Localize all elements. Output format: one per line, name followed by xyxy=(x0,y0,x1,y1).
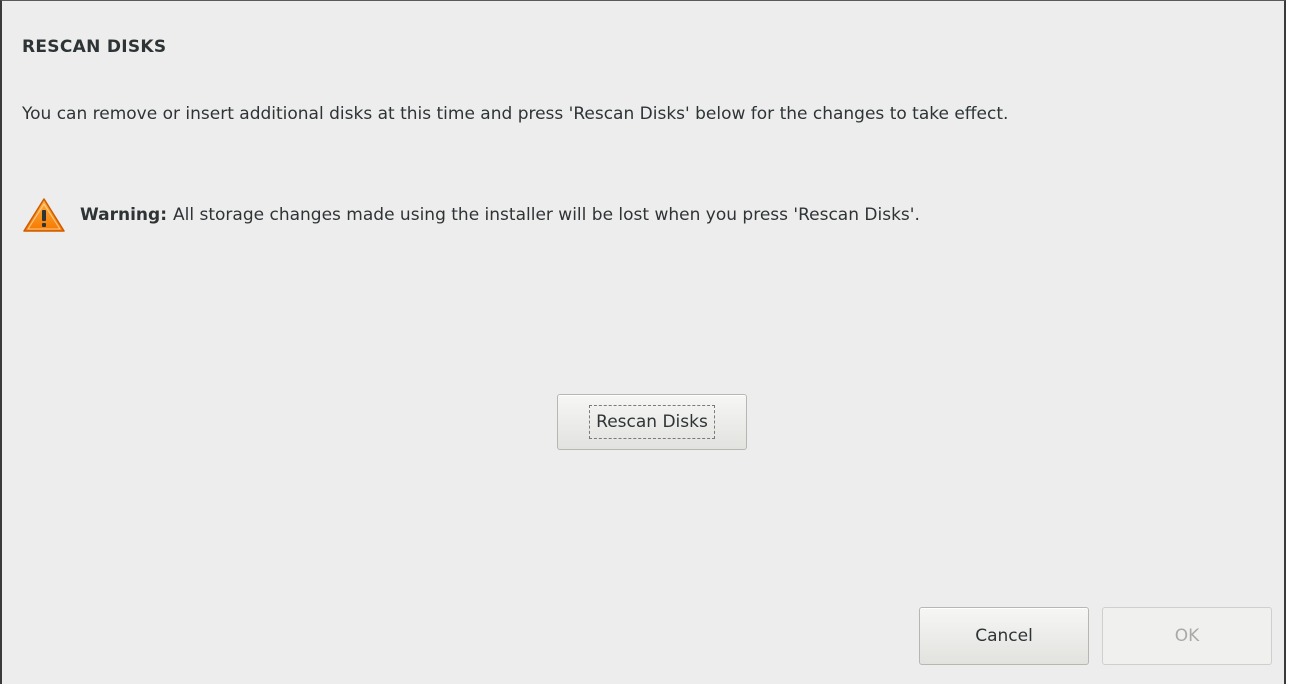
warning-label: Warning: xyxy=(80,205,168,225)
rescan-disks-button[interactable]: Rescan Disks xyxy=(557,394,747,450)
dialog-title: RESCAN DISKS xyxy=(22,37,167,57)
rescan-disks-button-label: Rescan Disks xyxy=(589,405,715,439)
warning-text: All storage changes made using the insta… xyxy=(173,205,920,225)
warning-message: Warning: All storage changes made using … xyxy=(22,197,920,233)
cancel-button[interactable]: Cancel xyxy=(919,607,1089,665)
rescan-disks-dialog: RESCAN DISKS You can remove or insert ad… xyxy=(0,0,1286,684)
dialog-description: You can remove or insert additional disk… xyxy=(22,104,1009,124)
ok-button[interactable]: OK xyxy=(1102,607,1272,665)
warning-triangle-icon xyxy=(22,197,66,233)
